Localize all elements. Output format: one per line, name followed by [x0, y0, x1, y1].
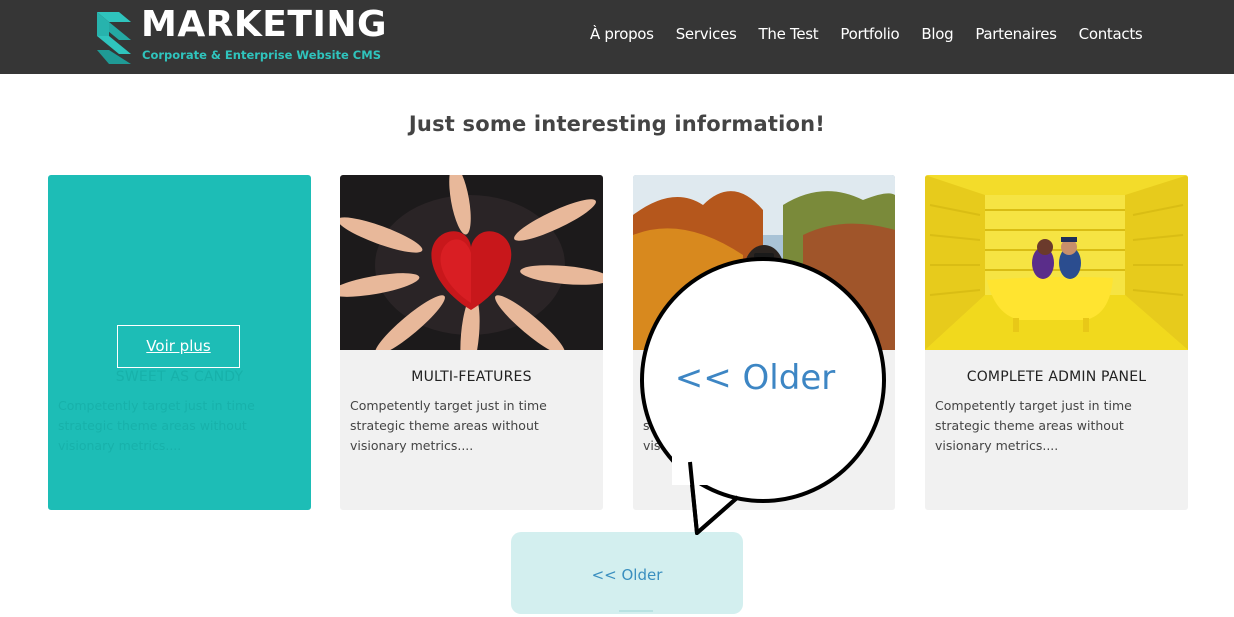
voir-plus-button[interactable]: Voir plus [117, 325, 240, 368]
card-image-autumn[interactable] [633, 175, 895, 350]
nav-item-portfolio[interactable]: Portfolio [840, 22, 899, 46]
logo-title: MARKETING [141, 4, 388, 45]
card-text: Competently target just in time strategi… [58, 398, 255, 453]
nav-item-services[interactable]: Services [676, 22, 737, 46]
main-nav: À propos Services The Test Portfolio Blo… [590, 22, 1164, 46]
nav-item-a-propos[interactable]: À propos [590, 22, 654, 46]
zoom-callout-label: << Older [674, 358, 836, 398]
card-image-hands[interactable] [340, 175, 603, 350]
card-complete-admin-panel[interactable]: COMPLETE ADMIN PANEL Competently target … [925, 175, 1188, 510]
card-text: Competently target just in time strategi… [643, 398, 840, 453]
card-text: Competently target just in time strategi… [935, 398, 1132, 453]
older-posts-link[interactable]: << Older [511, 566, 743, 584]
card-title: COMPLETE ADMIN PANEL [966, 369, 1147, 385]
nav-item-contacts[interactable]: Contacts [1079, 22, 1143, 46]
logo-mark-icon [97, 12, 131, 64]
card-title: MULTI-FEATURES [411, 369, 532, 385]
nav-item-the-test[interactable]: The Test [759, 22, 819, 46]
site-logo[interactable]: MARKETING Corporate & Enterprise Website… [93, 4, 393, 68]
logo-subtitle: Corporate & Enterprise Website CMS [142, 48, 381, 62]
pagination-box: << Older [511, 532, 743, 614]
card-text: Competently target just in time strategi… [350, 398, 547, 453]
card-multi-features[interactable]: MULTI-FEATURES Competently target just i… [340, 175, 603, 510]
older-underline [619, 610, 653, 612]
card-autumn-photographer[interactable]: Competently target just in time strategi… [633, 175, 895, 510]
card-sweet-as-candy[interactable]: SWEET AS CANDY Competently target just i… [48, 175, 311, 510]
card-image-yellow-room[interactable] [925, 175, 1188, 350]
nav-item-blog[interactable]: Blog [921, 22, 953, 46]
site-header: MARKETING Corporate & Enterprise Website… [0, 0, 1234, 74]
card-title: SWEET AS CANDY [115, 369, 244, 385]
section-title: Just some interesting information! [408, 112, 826, 136]
nav-item-partenaires[interactable]: Partenaires [975, 22, 1057, 46]
